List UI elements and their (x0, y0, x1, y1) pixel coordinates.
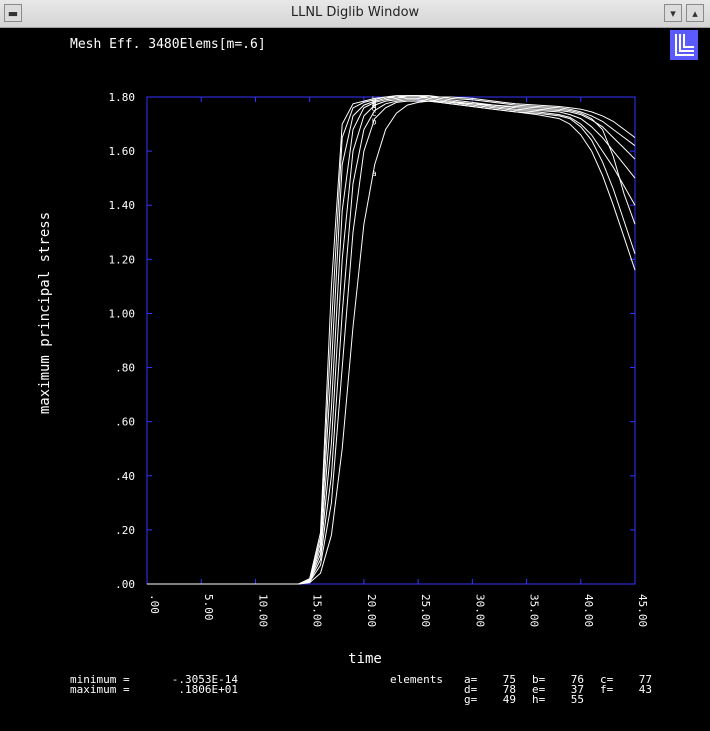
x-tick-label: .00 (148, 594, 161, 614)
y-axis-label: maximum principal stress (37, 212, 53, 414)
elements-block: elements a= 75 b= 76 c= 77d= 78 e= 37 f= 43g= 49 h= 5… (390, 673, 652, 706)
y-tick-label: 1.60 (109, 145, 136, 158)
element-value: 49 (503, 693, 516, 706)
maximum-value: .1806E+01 (178, 683, 238, 696)
y-tick-label: .40 (115, 470, 135, 483)
x-tick-label: 15.00 (311, 594, 324, 627)
series-marker-a: a (372, 169, 377, 178)
diglib-window: ▬ LLNL Diglib Window ▾ ▴ Mesh Eff. 3480E… (0, 0, 710, 729)
series-line-f (147, 96, 636, 585)
x-tick-label: 25.00 (419, 594, 432, 627)
elements-label: elements (390, 673, 443, 686)
x-tick-label: 5.00 (202, 594, 215, 621)
x-tick-label: 40.00 (582, 594, 595, 627)
maximize-button[interactable]: ▴ (686, 4, 704, 22)
x-tick-label: 30.00 (473, 594, 486, 627)
minimize-button[interactable]: ▾ (664, 4, 682, 22)
series-line-g (147, 95, 636, 585)
minimize-icon: ▾ (670, 6, 676, 20)
plot-area: Mesh Eff. 3480Elems[m=.6] .00 .20 .40 .60 .8… (2, 28, 708, 727)
window-titlebar[interactable]: ▬ LLNL Diglib Window ▾ ▴ (0, 0, 710, 28)
plot-frame (146, 96, 636, 585)
y-tick-label: .00 (115, 578, 135, 591)
y-tick-label: .80 (115, 362, 135, 375)
series-line-e (147, 96, 636, 585)
llnl-logo-icon (670, 30, 698, 60)
maximize-icon: ▴ (692, 6, 698, 20)
x-tick-label: 35.00 (528, 594, 541, 627)
element-key: h= (532, 693, 546, 706)
element-value: 43 (639, 683, 652, 696)
series-line-a (147, 100, 636, 585)
x-axis-label: time (348, 651, 382, 667)
y-tick-label: 1.00 (109, 307, 136, 320)
y-tick-label: 1.80 (109, 91, 136, 104)
maximum-label: maximum = (70, 683, 130, 696)
y-tick-label: 1.40 (109, 199, 136, 212)
stats-block: minimum = -.3053E-14 maximum = .1806E+01 (70, 673, 238, 696)
element-key: f= (600, 683, 614, 696)
x-tick-label: 45.00 (636, 594, 649, 627)
x-tick-label: 10.00 (256, 594, 269, 627)
line-chart: Mesh Eff. 3480Elems[m=.6] .00 .20 .40 .60 .8… (37, 30, 698, 706)
window-title: LLNL Diglib Window (290, 5, 420, 20)
y-tick-label: 1.20 (109, 253, 136, 266)
element-key: g= (464, 693, 478, 706)
series-marker-h: h (372, 96, 377, 105)
series-marker-b: b (372, 117, 377, 126)
element-value: 55 (571, 693, 584, 706)
series-line-c (147, 99, 636, 585)
series-line-b (147, 100, 636, 585)
series-line-d (147, 97, 636, 585)
chart-title: Mesh Eff. 3480Elems[m=.6] (70, 37, 266, 52)
y-tick-label: .20 (115, 524, 135, 537)
y-tick-label: .60 (115, 416, 135, 429)
series-line-h (147, 95, 636, 585)
x-tick-label: 20.00 (365, 594, 378, 627)
